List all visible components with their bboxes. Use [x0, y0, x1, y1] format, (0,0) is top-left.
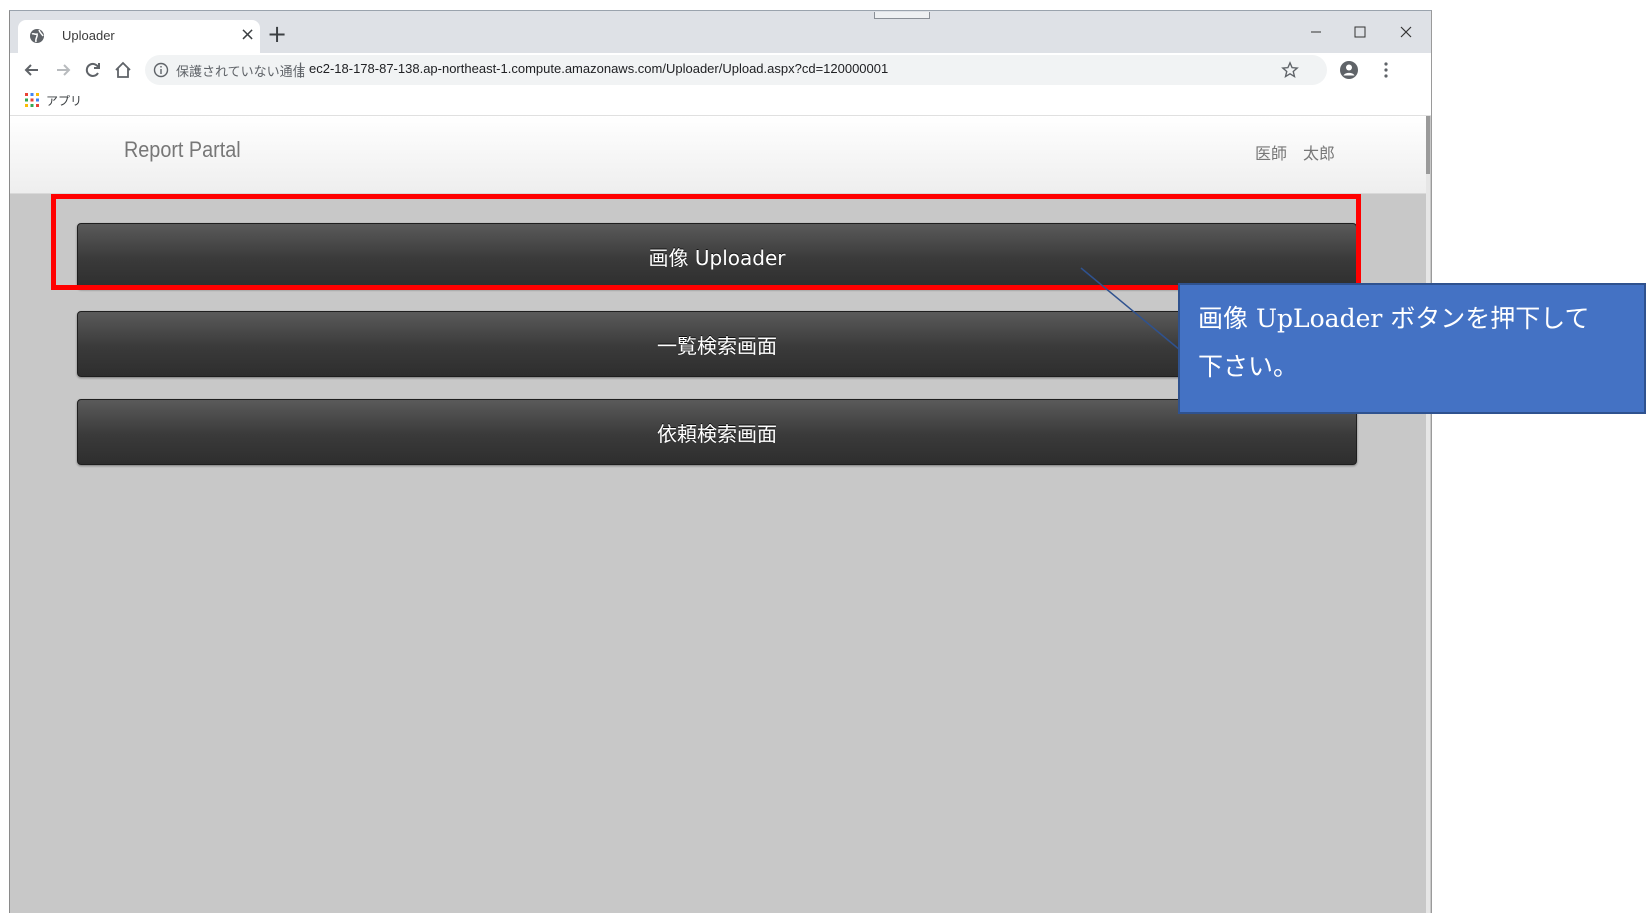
site-brand[interactable]: Report Partal	[124, 137, 241, 163]
url-separator: |	[298, 60, 304, 78]
back-arrow-icon[interactable]	[22, 60, 42, 80]
bookmarks-bar: アプリ	[10, 87, 1431, 116]
info-icon[interactable]	[153, 62, 169, 78]
home-icon[interactable]	[113, 60, 133, 80]
new-tab-button[interactable]: +	[267, 22, 287, 46]
reload-icon[interactable]	[83, 60, 103, 80]
maximize-icon[interactable]	[1337, 18, 1383, 46]
profile-icon[interactable]	[1339, 60, 1359, 80]
browser-window: Uploader × + 保護されていない通信 | ec2-18-178-87-…	[9, 10, 1432, 913]
tab-title: Uploader	[62, 28, 115, 43]
address-bar[interactable]: 保護されていない通信 | ec2-18-178-87-138.ap-northe…	[145, 55, 1327, 85]
window-close-icon[interactable]	[1383, 18, 1429, 46]
title-bar: Uploader × +	[10, 11, 1431, 53]
browser-tab[interactable]: Uploader ×	[18, 20, 260, 53]
browser-toolbar: 保護されていない通信 | ec2-18-178-87-138.ap-northe…	[10, 53, 1431, 87]
kebab-menu-icon[interactable]	[1376, 60, 1396, 80]
apps-bookmark[interactable]: アプリ	[46, 92, 82, 109]
minimize-icon[interactable]	[1293, 18, 1339, 46]
user-name: 医師 太郎	[1255, 144, 1336, 163]
bookmark-star-icon[interactable]	[1281, 61, 1299, 79]
scrollbar-thumb[interactable]	[1426, 116, 1430, 174]
tab-close-icon[interactable]: ×	[240, 24, 255, 46]
callout-line-2: 下さい。	[1198, 352, 1299, 381]
instruction-callout: 画像 UpLoader ボタンを押下して 下さい。	[1178, 283, 1646, 414]
site-navbar: Report Partal 医師 太郎	[10, 116, 1426, 194]
callout-line-1: 画像 UpLoader ボタンを押下して	[1198, 304, 1590, 333]
list-search-button[interactable]: 一覧検索画面	[77, 311, 1357, 377]
drag-handle[interactable]	[874, 12, 930, 19]
request-search-button[interactable]: 依頼検索画面	[77, 399, 1357, 465]
security-status[interactable]: 保護されていない通信	[176, 61, 306, 80]
globe-icon	[30, 29, 44, 43]
url-text[interactable]: ec2-18-178-87-138.ap-northeast-1.compute…	[309, 61, 888, 76]
apps-grid-icon[interactable]	[25, 93, 39, 107]
forward-arrow-icon[interactable]	[53, 60, 73, 80]
highlight-box	[51, 194, 1361, 290]
